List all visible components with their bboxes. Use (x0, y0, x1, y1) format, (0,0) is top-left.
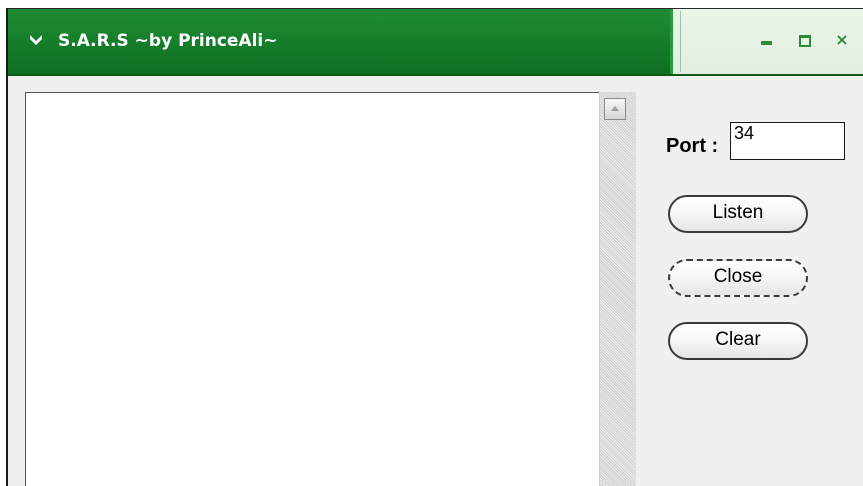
close-button[interactable]: Close (668, 259, 808, 297)
log-scrollbar[interactable] (599, 92, 636, 486)
port-input[interactable]: 34 (730, 122, 845, 160)
app-icon[interactable] (28, 33, 44, 49)
arrow-icon (30, 35, 42, 45)
title-bar[interactable]: S.A.R.S ~by PrinceAli~ × (8, 9, 863, 76)
minimize-icon (761, 41, 772, 45)
app-window: S.A.R.S ~by PrinceAli~ × Port : 34 Liste… (6, 8, 863, 486)
maximize-button[interactable] (793, 29, 815, 51)
close-icon: × (835, 30, 849, 49)
window-title: S.A.R.S ~by PrinceAli~ (58, 31, 278, 51)
port-label: Port : (666, 135, 719, 157)
maximize-icon (799, 35, 811, 47)
clear-button[interactable]: Clear (668, 322, 808, 360)
listen-button[interactable]: Listen (668, 195, 808, 233)
log-textarea[interactable] (25, 92, 635, 486)
title-bar-divider (680, 11, 681, 72)
scroll-up-arrow-icon (611, 106, 619, 111)
log-text (30, 97, 595, 486)
minimize-button[interactable] (756, 29, 778, 51)
scroll-up-button[interactable] (604, 98, 626, 120)
close-window-button[interactable]: × (831, 29, 853, 51)
